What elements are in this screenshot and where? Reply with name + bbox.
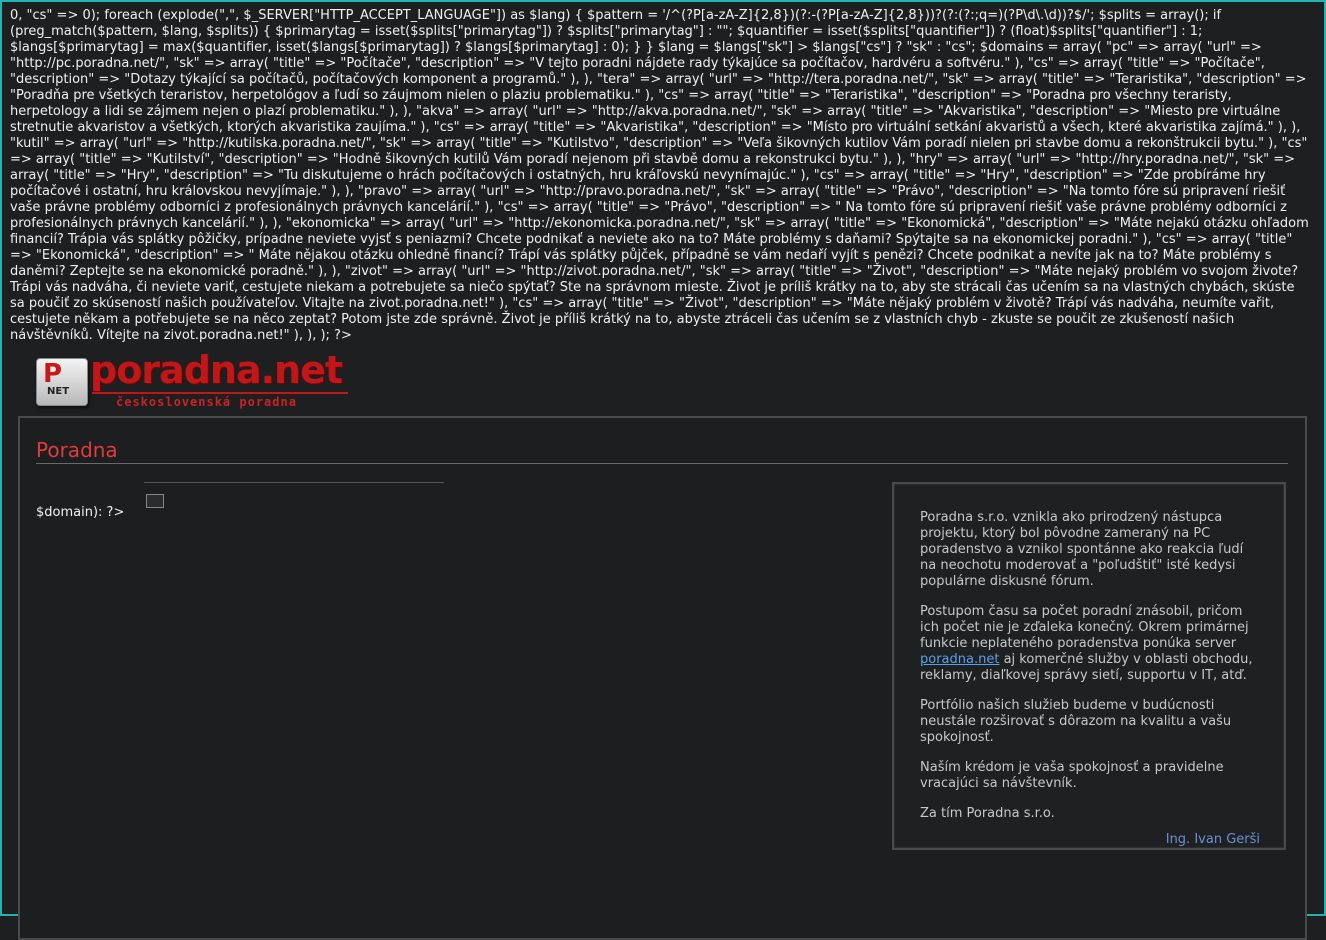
about-paragraph-5: Za tím Poradna s.r.o. [920, 806, 1055, 821]
broken-image-placeholder [146, 494, 164, 508]
left-divider [144, 482, 444, 483]
php-source-leak: 0, "cs" => 0); foreach (explode(",", $_S… [10, 8, 1309, 343]
logo-badge-icon: P NET [36, 358, 88, 406]
logo-tagline: československá poradna [116, 395, 297, 409]
about-paragraph-1: Poradna s.r.o. vznikla ako prirodzený ná… [920, 510, 1244, 589]
about-paragraph-3: Portfólio našich služieb budeme v budúcn… [920, 698, 1232, 745]
main-panel: Poradna $domain): ?> Poradna s.r.o. vzni… [18, 416, 1307, 940]
logo-underline [92, 392, 348, 394]
about-paragraph-2: Postupom času sa počet poradní znásobil,… [920, 604, 1260, 684]
logo-badge-text: NET [47, 386, 70, 397]
signature: Ing. Ivan Gerši [1165, 832, 1260, 847]
logo-badge-letter: P [43, 359, 63, 389]
page-title: Poradna [36, 438, 118, 462]
logo-wordmark: poradna.net [90, 348, 343, 392]
php-fragment: $domain): ?> [36, 505, 125, 520]
site-logo[interactable]: P NET poradna.net československá poradna [36, 348, 348, 410]
about-content: Poradna s.r.o. vznikla ako prirodzený ná… [920, 510, 1260, 848]
title-divider [36, 463, 1288, 464]
about-paragraph-4: Naším krédom je vaša spokojnosť a pravid… [920, 760, 1224, 791]
poradna-link[interactable]: poradna.net [920, 652, 999, 667]
about-p2-before: Postupom času sa počet poradní znásobil,… [920, 604, 1249, 651]
about-box: Poradna s.r.o. vznikla ako prirodzený ná… [892, 482, 1286, 850]
